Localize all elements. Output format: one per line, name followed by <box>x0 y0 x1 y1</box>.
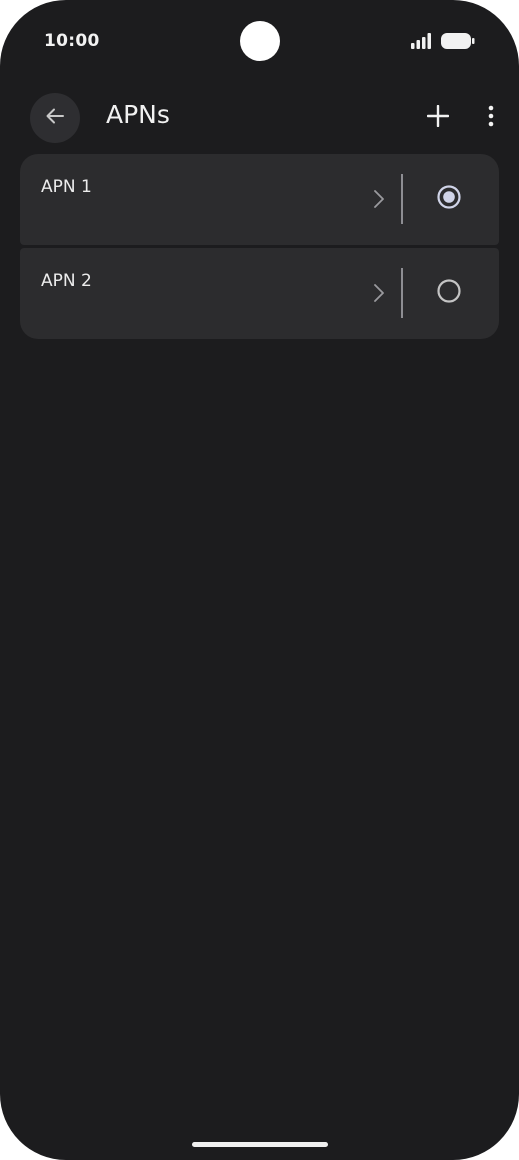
apn-name: APN 1 <box>41 177 92 197</box>
back-button[interactable] <box>30 93 80 143</box>
apn-item-2: APN 2 <box>20 248 499 339</box>
apn-name: APN 2 <box>41 271 92 291</box>
apn-list: APN 1 APN 2 <box>20 154 499 342</box>
phone-screen: 10:00 APNs APN 1 APN 2 <box>0 0 519 1160</box>
status-time: 10:00 <box>44 31 100 51</box>
apn-item-1-details[interactable]: APN 1 <box>20 154 400 245</box>
chevron-right-icon <box>372 188 386 214</box>
divider <box>401 268 403 318</box>
page-title: APNs <box>106 100 170 129</box>
divider <box>401 174 403 224</box>
add-apn-button[interactable] <box>418 98 458 138</box>
front-camera <box>240 21 280 61</box>
home-indicator[interactable] <box>192 1142 328 1147</box>
arrow-back-icon <box>44 105 66 131</box>
battery-icon <box>441 33 475 53</box>
more-options-button[interactable] <box>474 98 508 138</box>
radio-unselected-icon <box>436 278 462 308</box>
chevron-right-icon <box>372 282 386 308</box>
plus-icon <box>426 104 450 131</box>
apn-item-1: APN 1 <box>20 154 499 245</box>
app-bar: APNs <box>0 90 519 148</box>
radio-selected-icon <box>436 184 462 214</box>
apn-2-radio-button[interactable] <box>424 270 474 316</box>
apn-item-2-details[interactable]: APN 2 <box>20 248 400 339</box>
apn-1-radio-button[interactable] <box>424 176 474 222</box>
status-bar: 10:00 <box>0 0 519 84</box>
signal-icon <box>411 33 433 53</box>
more-vert-icon <box>487 105 495 131</box>
